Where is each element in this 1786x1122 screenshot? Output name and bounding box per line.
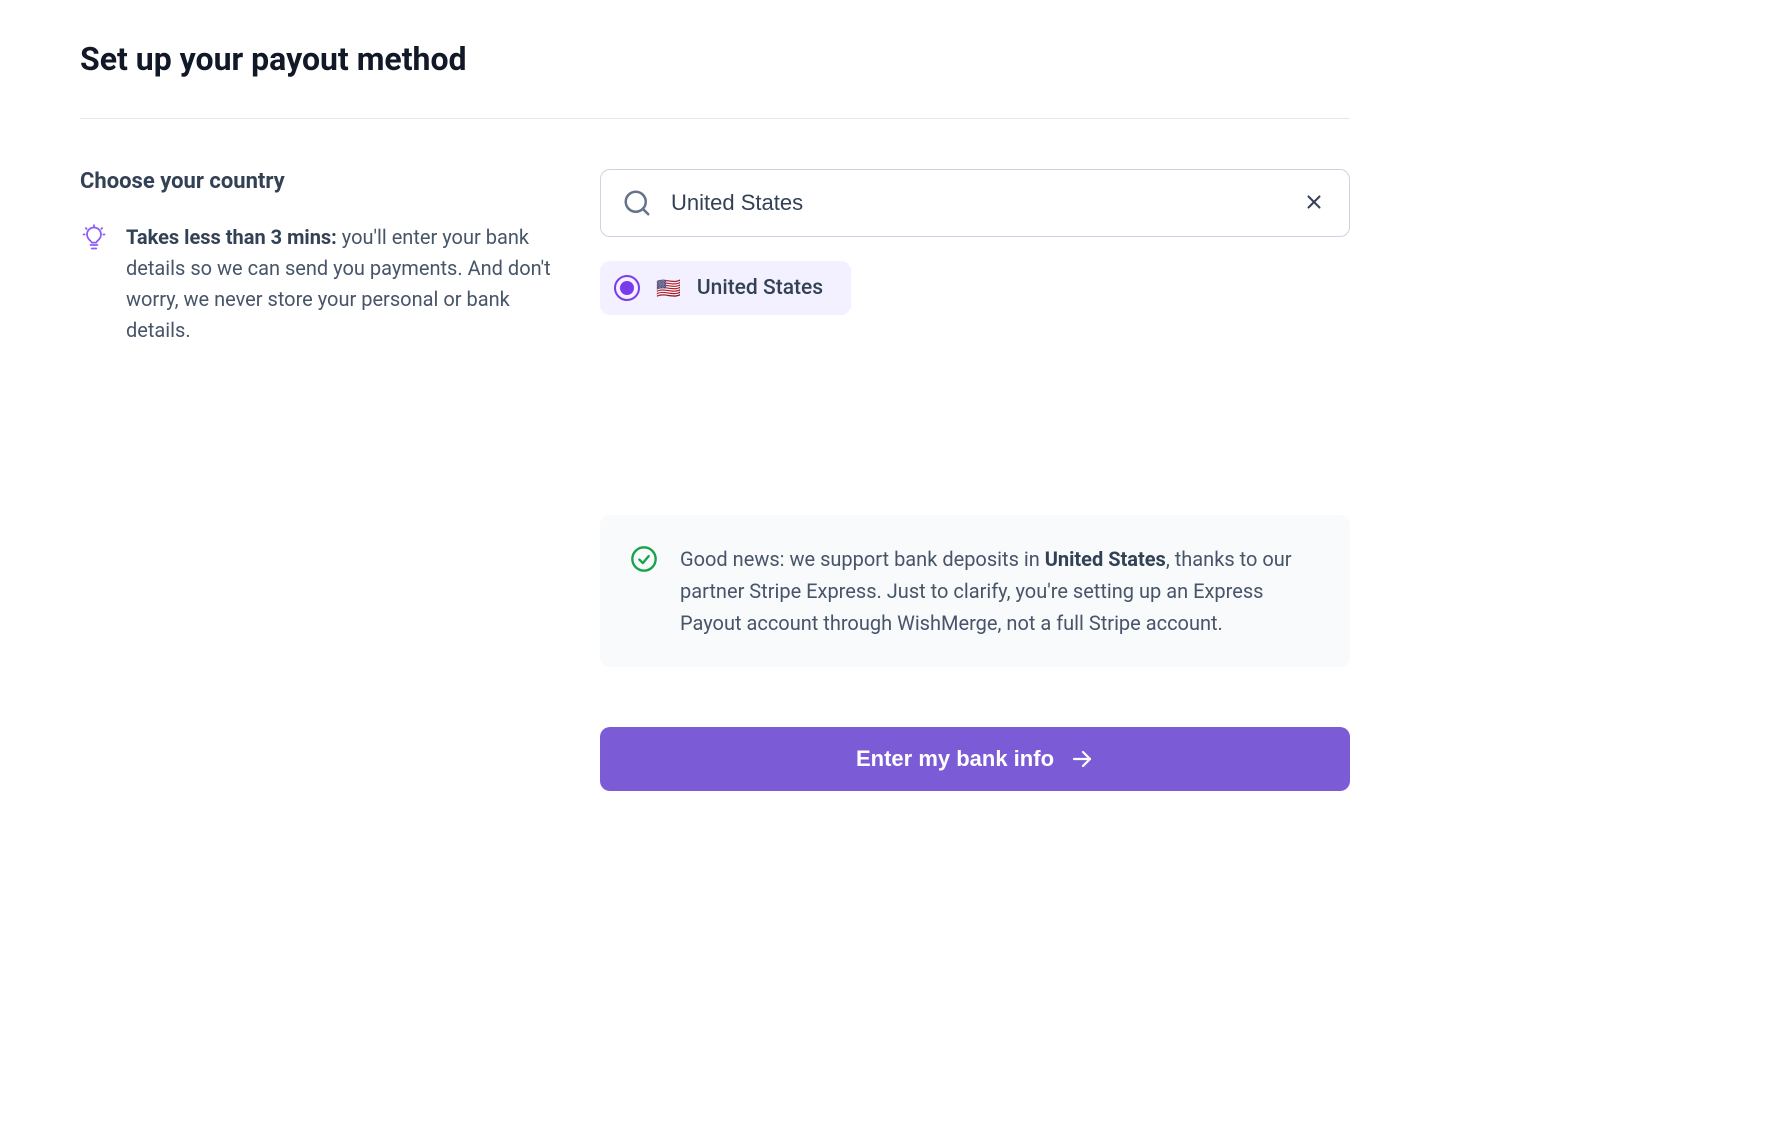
- country-search-input[interactable]: [600, 169, 1350, 237]
- info-country: United States: [1045, 547, 1166, 571]
- check-circle-icon: [630, 545, 658, 573]
- tip-row: Takes less than 3 mins: you'll enter you…: [80, 222, 560, 346]
- page-title: Set up your payout method: [80, 40, 1350, 78]
- flag-icon: 🇺🇸: [656, 278, 681, 298]
- info-prefix: Good news: we support bank deposits in: [680, 547, 1045, 571]
- close-icon: [1303, 191, 1325, 216]
- clear-search-button[interactable]: [1296, 185, 1332, 221]
- search-icon: [622, 188, 652, 218]
- country-option-label: United States: [697, 276, 823, 300]
- arrow-right-icon: [1070, 747, 1094, 771]
- support-info-box: Good news: we support bank deposits in U…: [600, 515, 1350, 667]
- country-option-united-states[interactable]: 🇺🇸 United States: [600, 261, 851, 315]
- radio-selected-icon: [614, 275, 640, 301]
- divider: [80, 118, 1350, 119]
- lightbulb-icon: [80, 224, 108, 252]
- country-search-wrap: [600, 169, 1350, 237]
- tip-bold: Takes less than 3 mins:: [126, 225, 337, 249]
- cta-label: Enter my bank info: [856, 746, 1054, 772]
- support-info-text: Good news: we support bank deposits in U…: [680, 543, 1320, 639]
- choose-country-heading: Choose your country: [80, 169, 560, 194]
- tip-text: Takes less than 3 mins: you'll enter you…: [126, 222, 560, 346]
- enter-bank-info-button[interactable]: Enter my bank info: [600, 727, 1350, 791]
